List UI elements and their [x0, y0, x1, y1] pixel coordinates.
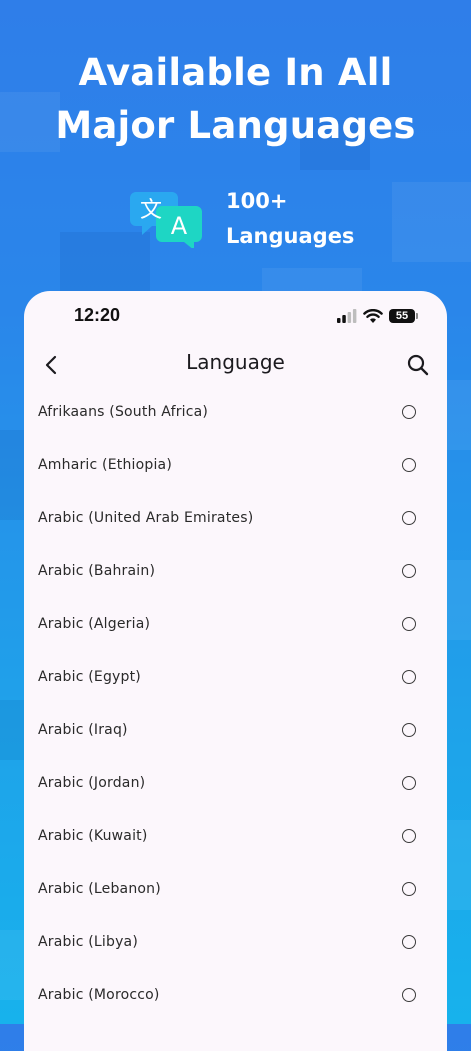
battery-indicator: 55 [389, 309, 418, 323]
language-radio[interactable] [402, 828, 416, 843]
language-radio[interactable] [402, 404, 416, 419]
language-name: Arabic (Bahrain) [38, 562, 156, 579]
language-count: 100+ Languages [226, 184, 354, 254]
language-name: Arabic (Kuwait) [38, 827, 148, 844]
translate-icon: 文 A [130, 192, 202, 248]
language-name: Afrikaans (South Africa) [38, 403, 209, 420]
language-radio[interactable] [402, 987, 416, 1002]
language-item[interactable]: Arabic (Egypt) [24, 650, 447, 703]
language-name: Arabic (Iraq) [38, 721, 128, 738]
language-radio[interactable] [402, 881, 416, 896]
language-name: Arabic (Jordan) [38, 774, 146, 791]
headline-line-1: Available In All [78, 51, 393, 94]
language-item[interactable]: Afrikaans (South Africa) [24, 385, 447, 438]
language-radio[interactable] [402, 510, 416, 525]
language-name: Arabic (Libya) [38, 933, 139, 950]
language-item[interactable]: Arabic (Libya) [24, 915, 447, 968]
language-radio[interactable] [402, 457, 416, 472]
language-name: Amharic (Ethiopia) [38, 456, 173, 473]
chevron-left-icon [45, 355, 57, 375]
status-icons: 55 [337, 307, 418, 325]
language-radio[interactable] [402, 669, 416, 684]
language-radio[interactable] [402, 775, 416, 790]
search-icon [407, 354, 429, 376]
language-list: Afrikaans (South Africa) Amharic (Ethiopi… [24, 385, 447, 1021]
language-item[interactable]: Arabic (Kuwait) [24, 809, 447, 862]
search-button[interactable] [401, 349, 435, 381]
language-radio[interactable] [402, 934, 416, 949]
app-bar: Language [24, 343, 447, 387]
language-item[interactable]: Arabic (Lebanon) [24, 862, 447, 915]
page-title: Language [186, 350, 285, 374]
language-name: Arabic (Algeria) [38, 615, 151, 632]
language-radio[interactable] [402, 563, 416, 578]
phone-screen: 12:20 55 Language Afrikaans (South Afric… [24, 291, 447, 1051]
signal-icon [337, 309, 357, 323]
language-count-label: Languages [226, 224, 355, 248]
language-count-number: 100+ [226, 189, 288, 213]
language-item[interactable]: Arabic (Bahrain) [24, 544, 447, 597]
language-item[interactable]: Arabic (Iraq) [24, 703, 447, 756]
language-name: Arabic (Lebanon) [38, 880, 161, 897]
language-name: Arabic (United Arab Emirates) [38, 509, 254, 526]
language-item[interactable]: Amharic (Ethiopia) [24, 438, 447, 491]
language-radio[interactable] [402, 722, 416, 737]
language-name: Arabic (Morocco) [38, 986, 160, 1003]
badge-glyph-right: A [171, 212, 188, 240]
language-name: Arabic (Egypt) [38, 668, 141, 685]
wifi-icon [363, 308, 383, 323]
back-button[interactable] [36, 349, 68, 381]
promo-headline: Available In All Major Languages [0, 46, 471, 152]
language-radio[interactable] [402, 616, 416, 631]
badge-glyph-left: 文 [140, 198, 162, 223]
language-item[interactable]: Arabic (United Arab Emirates) [24, 491, 447, 544]
language-item[interactable]: Arabic (Algeria) [24, 597, 447, 650]
language-item[interactable]: Arabic (Jordan) [24, 756, 447, 809]
headline-line-2: Major Languages [55, 104, 416, 147]
status-time: 12:20 [74, 305, 121, 325]
language-item[interactable]: Arabic (Morocco) [24, 968, 447, 1021]
status-bar: 12:20 55 [24, 291, 447, 343]
